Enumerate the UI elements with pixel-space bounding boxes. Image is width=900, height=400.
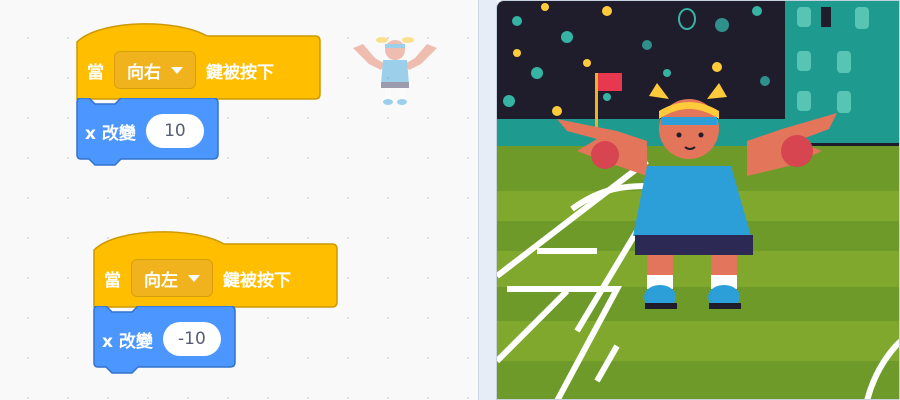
hat-suffix-label: 鍵被按下 [223,270,291,291]
script-right-key[interactable]: 當 向右 鍵被按下 x 改變 10 [75,14,325,174]
script-left-key[interactable]: 當 向左 鍵被按下 x 改變 -10 [92,222,342,382]
code-workspace[interactable]: 當 向右 鍵被按下 x 改變 10 當 向左 鍵被按下 x 改變 -10 [0,0,478,400]
change-x-value-input[interactable]: -10 [162,322,221,356]
chevron-down-icon [188,274,200,282]
key-dropdown[interactable]: 向左 [131,259,213,297]
key-dropdown-value: 向左 [144,270,178,291]
panel-divider[interactable] [478,0,497,400]
key-dropdown[interactable]: 向右 [114,51,196,89]
sprite-icon [353,37,437,105]
hat-prefix-label: 當 [104,270,121,291]
chevron-down-icon [171,66,183,74]
change-x-value-input[interactable]: 10 [145,114,204,148]
hat-suffix-label: 鍵被按下 [206,62,274,83]
stage-backdrop [497,1,899,399]
hat-prefix-label: 當 [87,62,104,83]
change-x-label: x 改變 [102,331,153,352]
stage[interactable] [496,0,900,400]
change-x-label: x 改變 [85,123,136,144]
key-dropdown-value: 向右 [127,62,161,83]
